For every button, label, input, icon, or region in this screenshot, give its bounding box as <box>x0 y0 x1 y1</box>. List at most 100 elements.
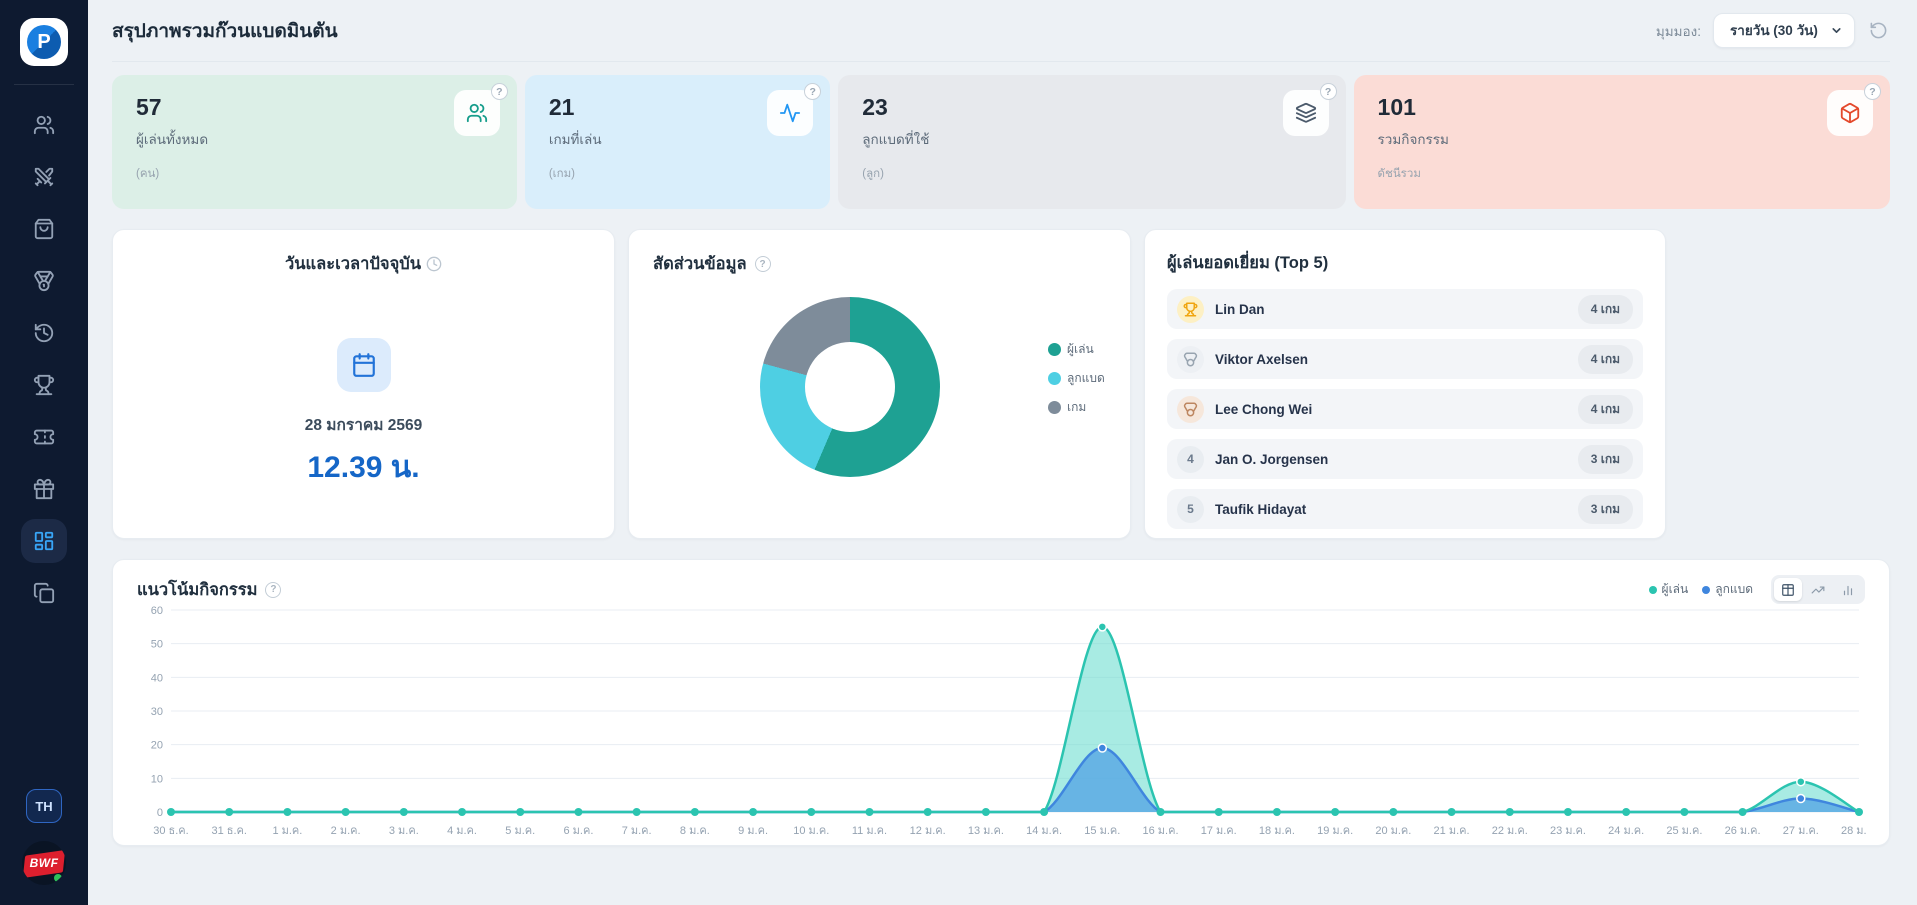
player-name: Taufik Hidayat <box>1215 502 1578 517</box>
games-badge: 3 เกม <box>1578 495 1633 524</box>
games-badge: 3 เกม <box>1578 445 1633 474</box>
sidebar-divider <box>14 84 74 85</box>
svg-text:23 ม.ค.: 23 ม.ค. <box>1550 825 1586 837</box>
calendar-icon <box>351 352 377 378</box>
trend-legend: ผู้เล่น ลูกแบด <box>1649 580 1753 599</box>
stat-card-total-activity: 101 รวมกิจกรรม ดัชนีรวม <box>1354 75 1890 209</box>
cube-icon <box>1839 102 1861 124</box>
sidebar-item-medals[interactable] <box>21 259 67 303</box>
svg-text:31 ธ.ค.: 31 ธ.ค. <box>211 825 246 837</box>
legend-dot-shuttles <box>1702 586 1710 594</box>
svg-text:16 ม.ค.: 16 ม.ค. <box>1143 825 1179 837</box>
silver-medal-icon <box>1177 346 1204 373</box>
games-badge: 4 เกม <box>1578 295 1633 324</box>
bronze-medal-icon <box>1177 396 1204 423</box>
datetime-panel: วันและเวลาปัจจุบัน 28 มกราคม 2569 12.39 … <box>112 229 615 539</box>
stat-card-shuttlecocks: 23 ลูกแบดที่ใช้ (ลูก) <box>838 75 1345 209</box>
svg-text:14 ม.ค.: 14 ม.ค. <box>1026 825 1062 837</box>
page-title: สรุปภาพรวมก๊วนแบดมินตัน <box>112 16 338 46</box>
svg-text:25 ม.ค.: 25 ม.ค. <box>1666 825 1702 837</box>
svg-text:15 ม.ค.: 15 ม.ค. <box>1084 825 1120 837</box>
help-icon[interactable] <box>755 256 771 272</box>
users-icon <box>33 114 55 136</box>
trend-panel-title: แนวโน้มกิจกรรม <box>137 577 257 603</box>
gold-trophy-icon <box>1177 296 1204 323</box>
sidebar-item-shop[interactable] <box>21 207 67 251</box>
view-select[interactable]: รายวัน (30 วัน) <box>1713 13 1855 48</box>
sidebar-item-dashboard[interactable] <box>21 519 67 563</box>
legend-dot-players <box>1649 586 1657 594</box>
donut-legend: ผู้เล่น ลูกแบด เกม <box>1048 340 1105 417</box>
bar-view-button[interactable] <box>1834 578 1862 601</box>
svg-text:40: 40 <box>151 672 163 684</box>
stat-label: รวมกิจกรรม <box>1378 128 1866 150</box>
legend-item: ลูกแบด <box>1702 580 1753 599</box>
sidebar-item-rewards[interactable] <box>21 467 67 511</box>
refresh-button[interactable] <box>1867 19 1890 42</box>
top-players-panel: ผู้เล่นยอดเยี่ยม (Top 5) Lin Dan 4 เกม V… <box>1144 229 1666 539</box>
svg-text:5 ม.ค.: 5 ม.ค. <box>505 825 535 837</box>
ticket-icon <box>33 426 55 448</box>
legend-label: ลูกแบด <box>1067 369 1105 388</box>
activity-icon <box>779 102 801 124</box>
svg-text:60: 60 <box>151 605 163 617</box>
dashboard-grid-icon <box>33 530 55 552</box>
player-row: 5 Taufik Hidayat 3 เกม <box>1167 489 1643 529</box>
svg-text:30 ธ.ค.: 30 ธ.ค. <box>153 825 188 837</box>
help-icon[interactable] <box>1864 83 1881 100</box>
table-view-button[interactable] <box>1774 578 1802 601</box>
bwf-logo-text: BWF <box>30 856 59 870</box>
activity-trend-chart: 010203040506030 ธ.ค.31 ธ.ค.1 ม.ค.2 ม.ค.3… <box>137 604 1867 842</box>
history-icon <box>33 322 55 344</box>
sidebar-item-history[interactable] <box>21 311 67 355</box>
svg-text:3 ม.ค.: 3 ม.ค. <box>389 825 419 837</box>
help-icon[interactable] <box>491 83 508 100</box>
stats-row: 57 ผู้เล่นทั้งหมด (คน) 21 เกมที่เล่น (เก… <box>112 75 1890 209</box>
line-view-button[interactable] <box>1804 578 1832 601</box>
help-icon[interactable] <box>804 83 821 100</box>
sidebar-item-pages[interactable] <box>21 571 67 615</box>
svg-text:4 ม.ค.: 4 ม.ค. <box>447 825 477 837</box>
stat-icon-container <box>1283 90 1329 136</box>
bwf-logo: BWF <box>22 841 66 885</box>
help-icon[interactable] <box>265 582 281 598</box>
legend-item: ผู้เล่น <box>1649 580 1689 599</box>
bwf-logo-dot <box>54 874 62 882</box>
svg-text:50: 50 <box>151 639 163 651</box>
svg-text:17 ม.ค.: 17 ม.ค. <box>1201 825 1237 837</box>
svg-text:26 ม.ค.: 26 ม.ค. <box>1725 825 1761 837</box>
sidebar-item-games[interactable] <box>21 155 67 199</box>
svg-text:6 ม.ค.: 6 ม.ค. <box>563 825 593 837</box>
svg-text:30: 30 <box>151 706 163 718</box>
clock-icon <box>426 256 442 272</box>
sidebar-item-tickets[interactable] <box>21 415 67 459</box>
stat-label: ผู้เล่นทั้งหมด <box>136 128 493 150</box>
legend-item: เกม <box>1048 398 1105 417</box>
help-icon[interactable] <box>1320 83 1337 100</box>
legend-dot-players <box>1048 343 1061 356</box>
table-layout-icon <box>1781 583 1795 597</box>
svg-text:0: 0 <box>157 807 163 819</box>
stat-card-total-players: 57 ผู้เล่นทั้งหมด (คน) <box>112 75 517 209</box>
games-badge: 4 เกม <box>1578 345 1633 374</box>
stat-label: ลูกแบดที่ใช้ <box>862 128 1321 150</box>
data-proportion-panel: สัดส่วนข้อมูล ผู้เล่น ลูกแบด เกม <box>628 229 1131 539</box>
calendar-icon-container <box>337 338 391 392</box>
page-header: สรุปภาพรวมก๊วนแบดมินตัน มุมมอง: รายวัน (… <box>112 0 1890 62</box>
app-logo-letter: P <box>27 25 61 59</box>
view-label: มุมมอง: <box>1656 20 1701 42</box>
gift-icon <box>33 478 55 500</box>
app-logo[interactable]: P <box>20 18 68 66</box>
sidebar-item-tournaments[interactable] <box>21 363 67 407</box>
svg-text:19 ม.ค.: 19 ม.ค. <box>1317 825 1353 837</box>
trending-up-icon <box>1811 583 1825 597</box>
svg-text:11 ม.ค.: 11 ม.ค. <box>852 825 887 837</box>
language-badge[interactable]: TH <box>26 789 62 823</box>
legend-label: เกม <box>1067 398 1086 417</box>
bar-chart-icon <box>1841 583 1855 597</box>
swords-icon <box>33 166 55 188</box>
legend-dot-shuttles <box>1048 372 1061 385</box>
player-name: Jan O. Jorgensen <box>1215 452 1578 467</box>
sidebar-item-players[interactable] <box>21 103 67 147</box>
stat-sub: (คน) <box>136 165 493 183</box>
